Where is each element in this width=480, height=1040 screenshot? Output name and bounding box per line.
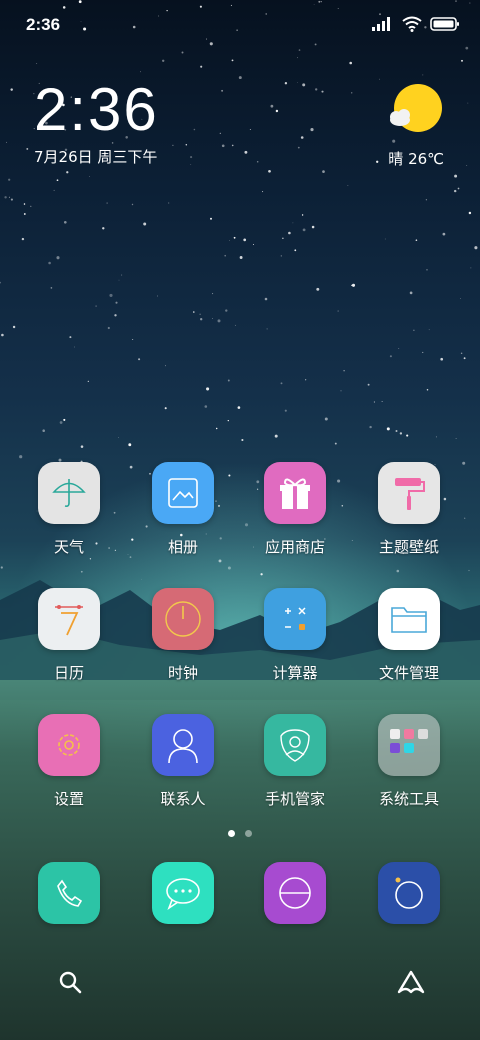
app-label: 设置 [53,790,84,808]
page-dot [245,830,252,837]
app-contacts[interactable]: 联系人 [128,714,238,809]
clock-date: 7月26日 周三下午 [34,148,158,166]
wifi-icon [402,16,422,32]
status-time: 2:36 [26,15,61,34]
bottom-bar [0,962,480,1002]
app-icon-phone-manager [264,714,326,776]
clock-icon [165,601,201,637]
phone-icon [57,879,83,907]
page-dot-active [228,830,235,837]
app-label: 天气 [53,538,84,556]
status-icons [372,16,460,32]
app-icon-calendar [38,588,100,650]
gallery-icon [168,478,198,508]
app-label: 相册 [167,538,198,556]
app-icon-phone [38,862,100,924]
clock-widget[interactable]: 2:36 7月26日 周三下午 [34,78,159,167]
app-clock[interactable]: 时钟 [128,588,238,683]
app-label: 日历 [53,664,84,682]
app-icon-weather [38,462,100,524]
app-icon-browser [264,862,326,924]
page-indicator [0,830,480,837]
browser-icon [279,877,311,909]
calculator-icon [285,607,306,630]
app-icon-gallery [152,462,214,524]
status-bar: 2:36 [0,0,480,48]
weather-widget[interactable]: 晴 26℃ [384,82,444,168]
app-label: 主题壁纸 [378,538,439,556]
app-icon-store [264,462,326,524]
folder-icon [391,607,427,633]
umbrella-icon [52,479,86,507]
calendar-icon [55,605,83,636]
app-label: 应用商店 [264,538,325,556]
search-icon[interactable] [58,970,84,996]
gift-icon [280,478,310,509]
app-gallery[interactable]: 相册 [128,462,238,557]
app-system-tools[interactable]: 系统工具 [354,714,464,809]
gear-icon [58,734,80,756]
paint-roller-icon [395,478,425,510]
app-calculator[interactable]: 计算器 [240,588,350,683]
app-icon-messages [152,862,214,924]
battery-icon [430,17,459,31]
app-calendar[interactable]: 日历 [14,588,124,683]
dock-messages[interactable] [128,862,238,924]
app-store[interactable]: 应用商店 [240,462,350,557]
app-label: 联系人 [160,790,206,808]
dock-phone[interactable] [14,862,124,924]
message-icon [166,878,200,911]
clock-time: 2:36 [34,76,159,143]
app-icon-camera [378,862,440,924]
person-icon [168,729,198,764]
app-themes[interactable]: 主题壁纸 [354,462,464,557]
app-label: 时钟 [167,664,198,682]
dock-browser[interactable] [240,862,350,924]
folder-grid-icon [390,729,428,753]
camera-icon [395,877,423,909]
app-icon-contacts [152,714,214,776]
shield-icon [280,729,310,762]
app-label: 手机管家 [264,790,325,808]
app-label: 文件管理 [378,664,439,682]
app-icon-files [378,588,440,650]
app-label: 计算器 [272,664,318,682]
app-phone-manager[interactable]: 手机管家 [240,714,350,809]
app-label: 系统工具 [378,790,439,808]
app-icon-clock [152,588,214,650]
app-icon-calculator [264,588,326,650]
app-icon-themes [378,462,440,524]
app-files[interactable]: 文件管理 [354,588,464,683]
assistant-icon[interactable] [396,968,426,996]
app-icon-settings [38,714,100,776]
weather-text: 晴 26℃ [388,150,444,168]
signal-icon [372,17,390,31]
sun-cloud-icon [390,84,442,132]
app-icon-system-tools [378,714,440,776]
dock-camera[interactable] [354,862,464,924]
app-weather[interactable]: 天气 [14,462,124,557]
app-settings[interactable]: 设置 [14,714,124,809]
